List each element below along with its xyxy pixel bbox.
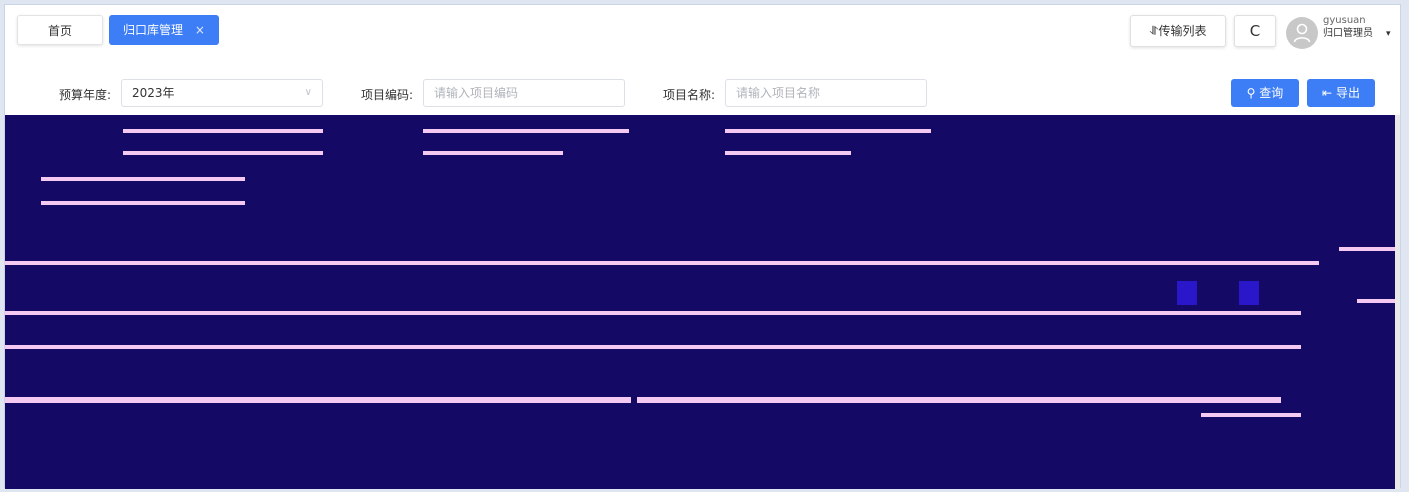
project-name-placeholder: 请输入项目名称 bbox=[736, 86, 821, 100]
export-button-label: 导出 bbox=[1335, 86, 1360, 100]
masked-divider bbox=[5, 345, 1301, 349]
avatar[interactable] bbox=[1286, 17, 1318, 49]
project-name-input[interactable]: 请输入项目名称 bbox=[725, 79, 927, 107]
transfer-list-label: ⥯传输列表 bbox=[1149, 24, 1207, 38]
year-select[interactable]: 2023年 ∨ bbox=[121, 79, 323, 107]
project-code-input[interactable]: 请输入项目编码 bbox=[423, 79, 625, 107]
masked-bar bbox=[725, 129, 931, 133]
name-label: 项目名称: bbox=[663, 88, 716, 102]
search-icon: ⚲ bbox=[1246, 86, 1256, 100]
export-icon: ⇤ bbox=[1322, 86, 1333, 100]
masked-divider bbox=[5, 397, 631, 403]
masked-bar bbox=[41, 201, 245, 205]
app-frame: 首页 归口库管理 × ⥯传输列表 C gyusuan 归口管理员 ▾ 预算年度:… bbox=[4, 4, 1401, 489]
transfer-list-button[interactable]: ⥯传输列表 bbox=[1130, 15, 1226, 47]
masked-pager-button[interactable] bbox=[1177, 281, 1197, 305]
masked-divider bbox=[5, 261, 1319, 265]
year-label: 预算年度: bbox=[59, 88, 112, 102]
masked-divider bbox=[1357, 299, 1400, 303]
scrollbar[interactable] bbox=[1395, 115, 1400, 489]
masked-divider bbox=[5, 311, 1301, 315]
export-button[interactable]: ⇤ 导出 bbox=[1307, 79, 1375, 107]
masked-bar bbox=[423, 151, 563, 155]
query-button[interactable]: ⚲ 查询 bbox=[1231, 79, 1299, 107]
tab-home[interactable]: 首页 bbox=[17, 15, 103, 45]
project-code-placeholder: 请输入项目编码 bbox=[434, 86, 519, 100]
masked-content-area bbox=[5, 115, 1400, 489]
masked-divider bbox=[1339, 247, 1400, 251]
user-icon bbox=[1293, 23, 1311, 43]
close-icon[interactable]: × bbox=[195, 23, 205, 37]
masked-divider bbox=[1201, 413, 1301, 417]
tab-guikou-management[interactable]: 归口库管理 × bbox=[109, 15, 219, 45]
user-role[interactable]: 归口管理员 bbox=[1323, 28, 1373, 40]
masked-bar bbox=[123, 151, 323, 155]
masked-bar bbox=[41, 177, 245, 181]
tab-active-label: 归口库管理 bbox=[123, 23, 184, 37]
masked-bar bbox=[725, 151, 851, 155]
masked-bar bbox=[123, 129, 323, 133]
refresh-button[interactable]: C bbox=[1234, 15, 1276, 47]
masked-divider bbox=[637, 397, 1281, 403]
masked-pager-button[interactable] bbox=[1239, 281, 1259, 305]
masked-bar bbox=[423, 129, 629, 133]
tab-home-label: 首页 bbox=[47, 24, 72, 38]
query-button-label: 查询 bbox=[1259, 86, 1284, 100]
user-name: gyusuan bbox=[1323, 15, 1366, 26]
code-label: 项目编码: bbox=[361, 88, 414, 102]
chevron-down-icon: ∨ bbox=[304, 87, 312, 98]
chevron-down-icon[interactable]: ▾ bbox=[1386, 29, 1391, 39]
year-select-value: 2023年 bbox=[132, 86, 175, 100]
filter-bar: 预算年度: 2023年 ∨ 项目编码: 请输入项目编码 项目名称: 请输入项目名… bbox=[5, 63, 1400, 115]
refresh-icon: C bbox=[1249, 22, 1261, 40]
top-bar: 首页 归口库管理 × ⥯传输列表 C gyusuan 归口管理员 ▾ bbox=[5, 5, 1400, 63]
